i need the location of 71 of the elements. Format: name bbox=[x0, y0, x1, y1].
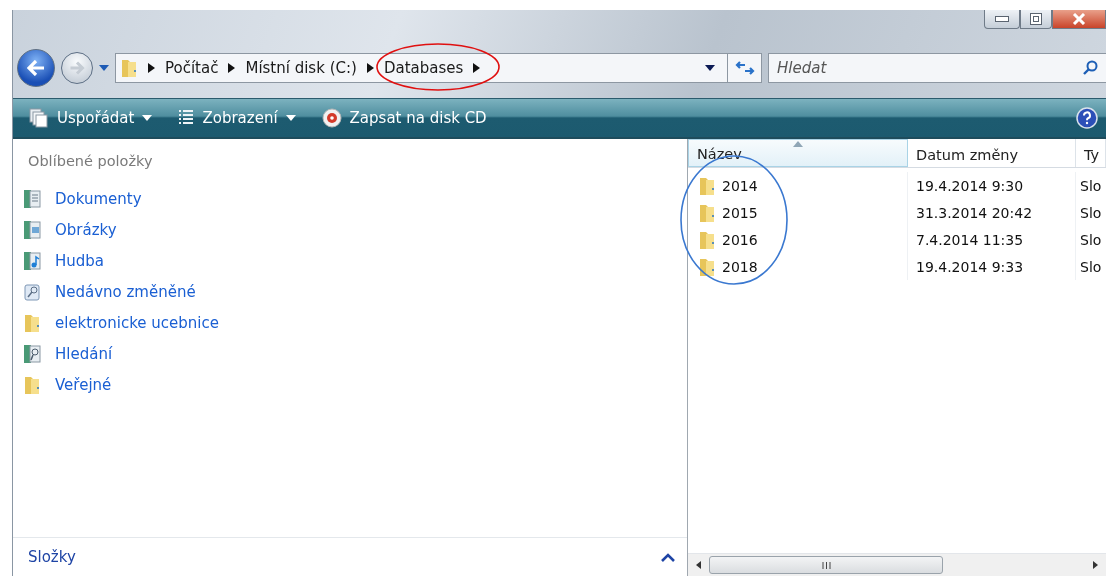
scroll-right-icon[interactable] bbox=[1093, 561, 1098, 569]
file-name[interactable]: 2014 bbox=[722, 177, 758, 194]
folder-icon bbox=[698, 229, 716, 250]
picture-library-icon bbox=[23, 219, 41, 240]
maximize-button[interactable] bbox=[1020, 10, 1052, 29]
favorite-link[interactable]: Hudba bbox=[23, 245, 105, 276]
caret-icon bbox=[142, 115, 153, 121]
scroll-left-icon[interactable] bbox=[696, 561, 701, 569]
folder-icon bbox=[120, 58, 138, 78]
breadcrumb-item[interactable]: Místní disk (C:) bbox=[245, 59, 357, 77]
scroll-thumb[interactable] bbox=[709, 556, 943, 574]
folder-icon bbox=[698, 256, 716, 277]
chevron-right-icon bbox=[148, 63, 155, 73]
pages-icon bbox=[29, 108, 49, 128]
maximize-icon bbox=[1030, 13, 1042, 25]
folder-icon bbox=[23, 312, 41, 333]
disc-icon bbox=[321, 108, 342, 128]
list-view-icon bbox=[178, 109, 195, 127]
breadcrumb-item[interactable]: Počítač bbox=[165, 59, 219, 77]
file-name[interactable]: 2016 bbox=[722, 231, 758, 248]
sort-arrow-icon bbox=[793, 141, 803, 147]
toolbar-button[interactable]: Zapsat na disk CD bbox=[315, 108, 493, 128]
table-cell-text: Slo bbox=[1079, 176, 1103, 196]
back-arrow-icon bbox=[27, 60, 45, 76]
table-cell-text: Slo bbox=[1079, 230, 1103, 250]
grip-icon bbox=[821, 561, 831, 569]
music-library-icon bbox=[23, 250, 41, 271]
back-button[interactable] bbox=[17, 49, 55, 87]
folders-toggle[interactable]: Složky bbox=[28, 548, 76, 566]
address-bar[interactable]: Počítač Místní disk (C:) Databases bbox=[115, 53, 762, 83]
chevron-right-icon bbox=[473, 63, 481, 73]
document-library-icon bbox=[23, 188, 41, 209]
refresh-icon[interactable] bbox=[734, 59, 755, 77]
dropdown-icon[interactable] bbox=[705, 65, 715, 71]
folder-icon bbox=[23, 374, 41, 395]
favorite-link[interactable]: Veřejné bbox=[23, 369, 112, 400]
close-button[interactable] bbox=[1052, 10, 1106, 29]
caret-icon bbox=[285, 115, 296, 121]
search-field[interactable]: Hledat bbox=[768, 53, 1106, 83]
minimize-button[interactable] bbox=[984, 10, 1020, 29]
folder-icon bbox=[698, 175, 716, 196]
table-cell: 7.4.2014 11:35 bbox=[908, 226, 1076, 253]
search-icon bbox=[1082, 60, 1098, 76]
chevron-up-icon[interactable] bbox=[661, 552, 675, 562]
search-folder-icon bbox=[23, 343, 41, 364]
section-heading: Oblíbené položky bbox=[27, 152, 154, 171]
toolbar-button[interactable]: Uspořádat bbox=[23, 108, 159, 128]
folder-icon bbox=[698, 202, 716, 223]
table-cell: 31.3.2014 20:42 bbox=[908, 199, 1076, 226]
minimize-icon bbox=[995, 16, 1009, 22]
favorite-link[interactable]: Nedávno změněné bbox=[23, 276, 196, 307]
file-name[interactable]: 2018 bbox=[722, 258, 758, 275]
horizontal-scrollbar[interactable] bbox=[688, 553, 1106, 576]
toolbar-button[interactable]: Zobrazení bbox=[172, 109, 302, 127]
table-cell: 19.4.2014 9:30 bbox=[908, 172, 1076, 199]
favorite-link[interactable]: Obrázky bbox=[23, 214, 117, 245]
recent-items-icon bbox=[23, 281, 41, 302]
help-icon[interactable] bbox=[1076, 107, 1098, 129]
forward-button[interactable] bbox=[61, 52, 93, 84]
file-name[interactable]: 2015 bbox=[722, 204, 758, 221]
table-cell-text: Slo bbox=[1079, 257, 1103, 277]
favorite-link[interactable]: Dokumenty bbox=[23, 183, 142, 214]
forward-arrow-icon bbox=[69, 61, 85, 75]
favorite-link[interactable]: elektronicke ucebnice bbox=[23, 307, 219, 338]
table-cell-text: Slo bbox=[1079, 203, 1103, 223]
close-icon bbox=[1072, 13, 1086, 25]
column-header[interactable]: Název bbox=[688, 139, 908, 167]
favorite-link[interactable]: Hledání bbox=[23, 338, 113, 369]
chevron-right-icon bbox=[366, 63, 374, 73]
chevron-right-icon bbox=[228, 63, 236, 73]
table-cell: 19.4.2014 9:33 bbox=[908, 253, 1076, 280]
